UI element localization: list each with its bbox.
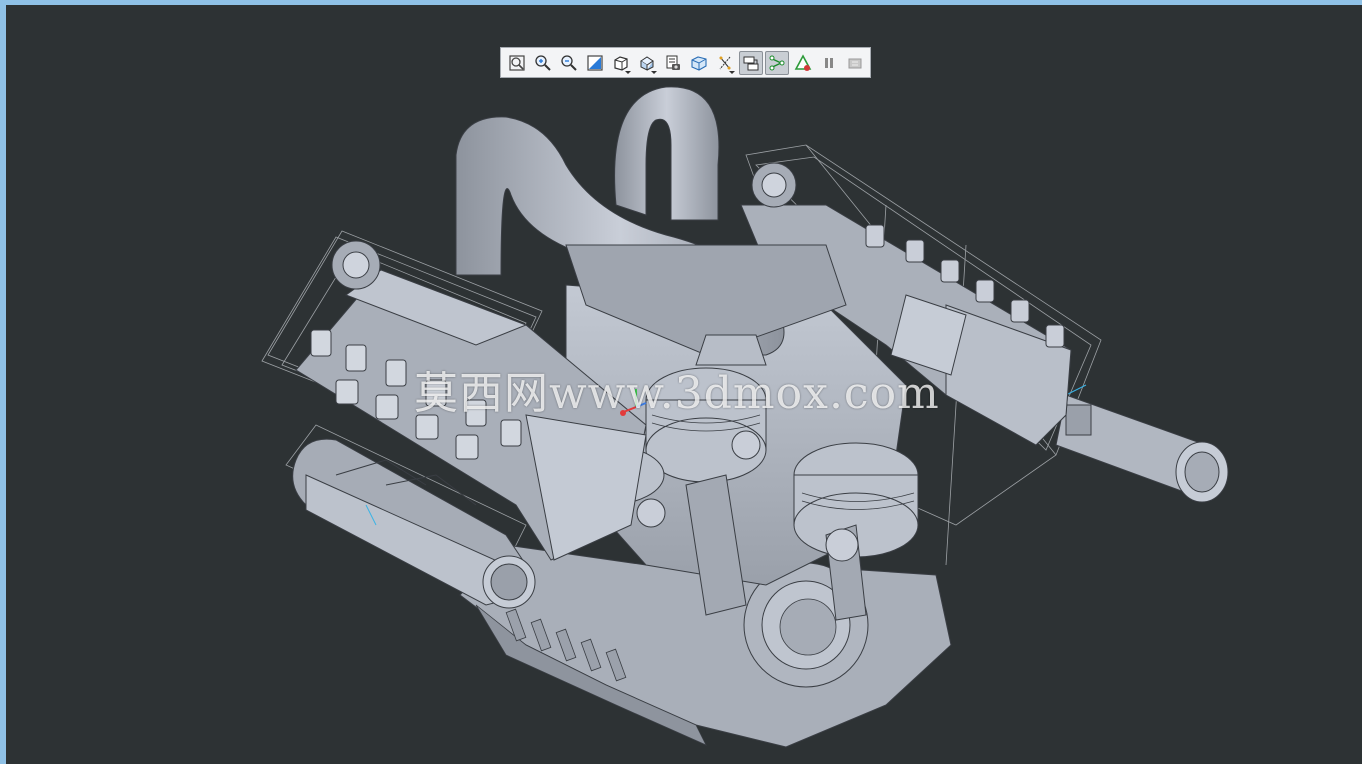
exhaust-right — [1055, 384, 1229, 503]
zoom-out-icon — [561, 54, 577, 71]
flyout-arrow-icon — [729, 70, 735, 74]
dynamic-view-icon — [848, 58, 862, 68]
saved-orientations-button[interactable] — [635, 51, 659, 75]
view-toolbar — [500, 47, 871, 78]
datum-display-icon — [719, 56, 731, 69]
perspective-view-button[interactable] — [687, 51, 711, 75]
zoom-in-icon — [535, 54, 551, 71]
spin-center-button[interactable] — [739, 50, 763, 75]
repaint-icon — [587, 54, 603, 71]
annotation-display-button[interactable] — [791, 51, 815, 75]
perspective-view-icon — [691, 55, 707, 71]
pause-button[interactable] — [817, 51, 841, 75]
graphics-window[interactable]: 莫西网www.3dmox.com — [6, 5, 1362, 764]
refit-icon — [509, 54, 525, 71]
flyout-arrow-icon — [625, 70, 631, 74]
watermark: 莫西网www.3dmox.com — [414, 368, 940, 419]
flyout-arrow-icon — [651, 70, 657, 74]
display-style-icon — [614, 55, 628, 71]
datum-display-button[interactable] — [713, 51, 737, 75]
connection-display-icon — [769, 55, 785, 70]
view-manager-icon — [666, 55, 680, 70]
spin-center-icon — [743, 56, 759, 70]
display-style-button[interactable] — [609, 51, 633, 75]
dynamic-view-button[interactable] — [843, 51, 867, 75]
repaint-button[interactable] — [583, 51, 607, 75]
pause-icon — [825, 57, 833, 68]
zoom-in-button[interactable] — [531, 51, 555, 75]
view-manager-button[interactable] — [661, 51, 685, 75]
annotation-display-icon — [794, 53, 812, 71]
zoom-out-button[interactable] — [557, 51, 581, 75]
saved-orientations-icon — [640, 55, 654, 71]
connection-display-button[interactable] — [765, 50, 789, 75]
refit-button[interactable] — [505, 51, 529, 75]
